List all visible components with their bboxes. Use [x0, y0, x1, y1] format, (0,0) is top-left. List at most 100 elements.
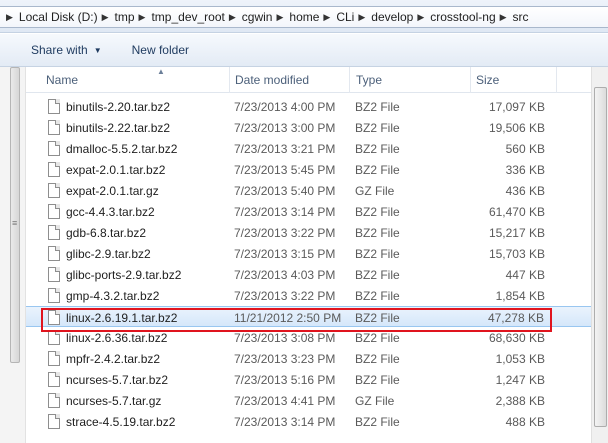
navigation-scroll-thumb[interactable] — [10, 67, 20, 363]
file-date-modified: 7/23/2013 5:40 PM — [234, 184, 336, 198]
file-name: gdb-6.8.tar.bz2 — [66, 226, 147, 240]
column-header-size[interactable]: Size — [476, 73, 499, 87]
file-size: 15,703 KB — [488, 247, 545, 261]
file-row[interactable]: expat-2.0.1.tar.gz 7/23/2013 5:40 PM GZ Fi… — [26, 180, 608, 201]
column-headers: ▲ Name Date modified Type Size — [26, 67, 608, 93]
file-type: BZ2 File — [355, 100, 400, 114]
chevron-right-icon[interactable]: ▶ — [413, 12, 430, 23]
file-icon — [48, 246, 60, 261]
column-divider[interactable] — [556, 67, 557, 93]
file-type: BZ2 File — [355, 121, 400, 135]
chevron-right-icon[interactable]: ▶ — [135, 12, 152, 23]
chevron-right-icon[interactable]: ▶ — [98, 12, 115, 23]
file-row[interactable]: gcc-4.4.3.tar.bz2 7/23/2013 3:14 PM BZ2 Fi… — [26, 201, 608, 222]
chevron-right-icon[interactable]: ▶ — [225, 12, 242, 23]
file-type: BZ2 File — [355, 268, 400, 282]
file-size: 1,053 KB — [495, 352, 545, 366]
breadcrumb-item[interactable]: home — [289, 10, 319, 24]
share-with-button[interactable]: Share with ▼ — [23, 43, 110, 57]
file-name: expat-2.0.1.tar.gz — [66, 184, 159, 198]
file-icon — [48, 141, 60, 156]
file-date-modified: 7/23/2013 3:21 PM — [234, 142, 336, 156]
file-type: BZ2 File — [355, 142, 400, 156]
file-icon — [48, 183, 60, 198]
file-name: linux-2.6.36.tar.bz2 — [66, 331, 168, 345]
file-name: mpfr-2.4.2.tar.bz2 — [66, 352, 161, 366]
file-row[interactable]: glibc-ports-2.9.tar.bz2 7/23/2013 4:03 PM… — [26, 264, 608, 285]
file-row[interactable]: glibc-2.9.tar.bz2 7/23/2013 3:15 PM BZ2 Fi… — [26, 243, 608, 264]
highlight-annotation — [41, 308, 552, 332]
file-list-scrollbar[interactable] — [591, 67, 608, 443]
file-icon — [48, 225, 60, 240]
file-row[interactable]: binutils-2.22.tar.bz2 7/23/2013 3:00 PM BZ… — [26, 117, 608, 138]
file-type: BZ2 File — [355, 373, 400, 387]
file-row[interactable]: ncurses-5.7.tar.gz 7/23/2013 4:41 PM GZ Fi… — [26, 390, 608, 411]
file-name: dmalloc-5.5.2.tar.bz2 — [66, 142, 178, 156]
file-name: glibc-ports-2.9.tar.bz2 — [66, 268, 182, 282]
file-name: expat-2.0.1.tar.bz2 — [66, 163, 166, 177]
column-header-name[interactable]: Name — [46, 73, 78, 87]
chevron-right-icon[interactable]: ▶ — [2, 12, 19, 23]
file-icon — [48, 330, 60, 345]
file-date-modified: 7/23/2013 4:03 PM — [234, 268, 336, 282]
grip-icon: ≡ — [12, 218, 18, 228]
file-icon — [48, 267, 60, 282]
file-size: 19,506 KB — [488, 121, 545, 135]
file-row[interactable]: strace-4.5.19.tar.bz2 7/23/2013 3:14 PM BZ… — [26, 411, 608, 432]
file-name: ncurses-5.7.tar.gz — [66, 394, 162, 408]
breadcrumb-item[interactable]: Local Disk (D:) — [19, 10, 98, 24]
breadcrumb-item[interactable]: develop — [371, 10, 413, 24]
file-icon — [48, 393, 60, 408]
file-size: 61,470 KB — [488, 205, 545, 219]
file-name: binutils-2.22.tar.bz2 — [66, 121, 171, 135]
column-divider[interactable] — [470, 67, 471, 93]
chevron-right-icon[interactable]: ▶ — [354, 12, 371, 23]
chevron-right-icon[interactable]: ▶ — [496, 12, 513, 23]
file-icon — [48, 372, 60, 387]
chevron-right-icon[interactable]: ▶ — [319, 12, 336, 23]
file-date-modified: 7/23/2013 3:15 PM — [234, 247, 336, 261]
breadcrumb-item[interactable]: CLi — [336, 10, 354, 24]
chevron-right-icon[interactable]: ▶ — [272, 12, 289, 23]
file-size: 560 KB — [505, 142, 545, 156]
file-size: 488 KB — [505, 415, 545, 429]
file-icon — [48, 162, 60, 177]
breadcrumb-item[interactable]: src — [513, 10, 529, 24]
file-name: strace-4.5.19.tar.bz2 — [66, 415, 176, 429]
file-date-modified: 7/23/2013 3:22 PM — [234, 226, 336, 240]
file-row[interactable]: gdb-6.8.tar.bz2 7/23/2013 3:22 PM BZ2 File… — [26, 222, 608, 243]
file-row[interactable]: ncurses-5.7.tar.bz2 7/23/2013 5:16 PM BZ2 … — [26, 369, 608, 390]
file-date-modified: 7/23/2013 5:16 PM — [234, 373, 336, 387]
file-date-modified: 7/23/2013 3:22 PM — [234, 289, 336, 303]
file-row[interactable]: mpfr-2.4.2.tar.bz2 7/23/2013 3:23 PM BZ2 F… — [26, 348, 608, 369]
file-row[interactable]: expat-2.0.1.tar.bz2 7/23/2013 5:45 PM BZ2 … — [26, 159, 608, 180]
file-type: BZ2 File — [355, 247, 400, 261]
file-date-modified: 7/23/2013 3:23 PM — [234, 352, 336, 366]
file-type: BZ2 File — [355, 289, 400, 303]
column-header-date[interactable]: Date modified — [235, 73, 309, 87]
breadcrumb-item[interactable]: crosstool-ng — [430, 10, 495, 24]
column-divider[interactable] — [229, 67, 230, 93]
file-list-scroll-thumb[interactable] — [594, 87, 607, 427]
navigation-pane-scrollbar[interactable]: ≡ — [0, 67, 26, 443]
file-name: ncurses-5.7.tar.bz2 — [66, 373, 169, 387]
file-date-modified: 7/23/2013 3:08 PM — [234, 331, 336, 345]
file-row[interactable]: dmalloc-5.5.2.tar.bz2 7/23/2013 3:21 PM BZ… — [26, 138, 608, 159]
file-type: BZ2 File — [355, 163, 400, 177]
column-divider[interactable] — [349, 67, 350, 93]
breadcrumb-item[interactable]: tmp_dev_root — [151, 10, 224, 24]
breadcrumb[interactable]: ▶ Local Disk (D:) ▶ tmp ▶ tmp_dev_root ▶ cgwin ▶… — [0, 6, 608, 28]
breadcrumb-item[interactable]: cgwin — [242, 10, 273, 24]
file-size: 15,217 KB — [488, 226, 545, 240]
file-name: binutils-2.20.tar.bz2 — [66, 100, 171, 114]
file-icon — [48, 351, 60, 366]
file-row[interactable]: binutils-2.20.tar.bz2 7/23/2013 4:00 PM BZ… — [26, 96, 608, 117]
breadcrumb-item[interactable]: tmp — [115, 10, 135, 24]
sort-ascending-icon: ▲ — [157, 67, 165, 76]
file-name: gmp-4.3.2.tar.bz2 — [66, 289, 160, 303]
file-date-modified: 7/23/2013 3:14 PM — [234, 205, 336, 219]
file-row[interactable]: gmp-4.3.2.tar.bz2 7/23/2013 3:22 PM BZ2 Fi… — [26, 285, 608, 306]
file-icon — [48, 99, 60, 114]
column-header-type[interactable]: Type — [356, 73, 382, 87]
new-folder-button[interactable]: New folder — [124, 43, 197, 57]
